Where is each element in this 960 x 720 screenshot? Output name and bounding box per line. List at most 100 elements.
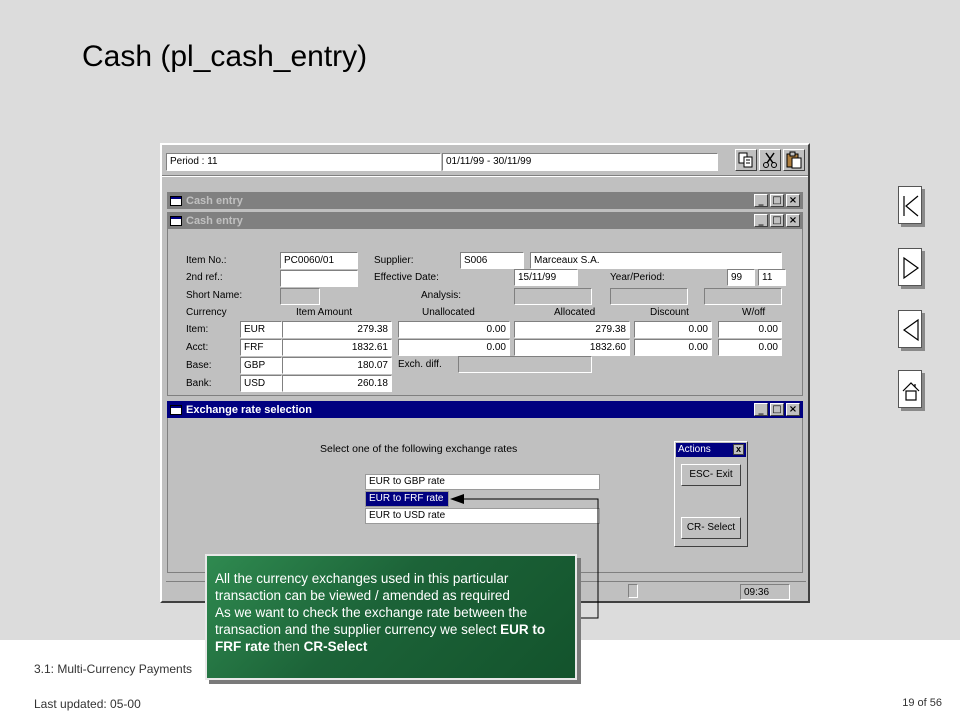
amount-cell[interactable]: 180.07: [282, 357, 392, 374]
bank-label: Bank:: [186, 378, 212, 389]
supplier-code-field[interactable]: S006: [460, 252, 524, 269]
second-ref-field[interactable]: [280, 270, 358, 287]
currency-label: Currency: [186, 307, 227, 318]
amount-cell[interactable]: 1832.61: [282, 339, 392, 356]
period-field-small[interactable]: 11: [758, 269, 786, 286]
previous-page-button[interactable]: [898, 310, 922, 348]
callout-bold-action: CR-Select: [303, 639, 368, 654]
woff-cell[interactable]: 0.00: [718, 321, 782, 338]
window-icon: [170, 195, 182, 206]
year-period-label: Year/Period:: [610, 272, 665, 283]
callout-line-1: All the currency exchanges used in this …: [215, 571, 510, 603]
exchange-option-gbp[interactable]: EUR to GBP rate: [365, 474, 600, 490]
actions-panel: Actions x ESC- Exit CR- Select: [674, 441, 748, 547]
short-name-label: Short Name:: [186, 290, 243, 301]
window-title: Cash entry: [186, 214, 243, 227]
first-page-icon: [903, 195, 919, 217]
exchange-option-frf[interactable]: EUR to FRF rate: [365, 491, 449, 507]
short-name-field[interactable]: [280, 288, 320, 305]
exch-diff-label: Exch. diff.: [398, 359, 442, 370]
esc-exit-button[interactable]: ESC- Exit: [681, 464, 741, 486]
supplier-label: Supplier:: [374, 255, 414, 266]
window-icon: [170, 404, 182, 415]
unallocated-header: Unallocated: [422, 307, 475, 318]
minimize-button[interactable]: _: [754, 403, 768, 416]
status-indicator: [628, 584, 638, 598]
window-title: Cash entry: [186, 194, 243, 207]
item-label: Item:: [186, 324, 209, 335]
second-ref-label: 2nd ref.:: [186, 272, 223, 283]
period-field: Period : 11: [166, 153, 441, 171]
window-icon: [170, 215, 182, 226]
discount-cell[interactable]: 0.00: [634, 339, 712, 356]
callout-text-mid: then: [273, 639, 300, 654]
discount-cell[interactable]: 0.00: [634, 321, 712, 338]
status-time: 09:36: [740, 584, 790, 600]
callout-line-2: As we want to check the exchange rate be…: [215, 604, 567, 655]
woff-cell[interactable]: 0.00: [718, 339, 782, 356]
cut-button[interactable]: [759, 149, 781, 171]
copy-button[interactable]: [735, 149, 757, 171]
minimize-button[interactable]: _: [754, 194, 768, 207]
next-page-button[interactable]: [898, 248, 922, 286]
copy-icon: [738, 152, 753, 168]
analysis-field-2[interactable]: [610, 288, 688, 305]
allocated-cell[interactable]: 1832.60: [514, 339, 630, 356]
woff-header: W/off: [742, 307, 766, 318]
exchange-prompt: Select one of the following exchange rat…: [320, 443, 518, 455]
close-button[interactable]: ×: [786, 403, 800, 416]
toolbar-separator: [162, 175, 808, 177]
discount-header: Discount: [650, 307, 689, 318]
item-no-field[interactable]: PC0060/01: [280, 252, 358, 269]
first-page-button[interactable]: [898, 186, 922, 224]
effective-date-label: Effective Date:: [374, 272, 439, 283]
close-button[interactable]: ×: [786, 214, 800, 227]
currency-cell[interactable]: USD: [240, 375, 282, 392]
unallocated-cell[interactable]: 0.00: [398, 321, 510, 338]
analysis-field-1[interactable]: [514, 288, 592, 305]
currency-cell[interactable]: FRF: [240, 339, 282, 356]
cash-entry-back-titlebar[interactable]: Cash entry _ □ ×: [167, 192, 803, 209]
period-range-field: 01/11/99 - 30/11/99: [442, 153, 718, 171]
paste-button[interactable]: [783, 149, 805, 171]
maximize-button[interactable]: □: [770, 214, 784, 227]
actions-titlebar[interactable]: Actions x: [676, 443, 746, 457]
actions-title: Actions: [678, 444, 711, 455]
unallocated-cell[interactable]: 0.00: [398, 339, 510, 356]
page-number: 19 of 56: [902, 697, 942, 709]
page-title: Cash (pl_cash_entry): [82, 40, 368, 73]
previous-page-icon: [902, 318, 919, 342]
exch-diff-field[interactable]: [458, 356, 592, 373]
effective-date-field[interactable]: 15/11/99: [514, 269, 578, 286]
callout-text: As we want to check the exchange rate be…: [215, 605, 528, 637]
exchange-titlebar[interactable]: Exchange rate selection _ □ ×: [167, 401, 803, 418]
callout-box: All the currency exchanges used in this …: [205, 554, 577, 680]
next-page-icon: [903, 256, 920, 280]
item-amount-header: Item Amount: [296, 307, 353, 318]
item-no-label: Item No.:: [186, 255, 227, 266]
cr-select-button[interactable]: CR- Select: [681, 517, 741, 539]
home-button[interactable]: [898, 370, 922, 408]
footer-section: 3.1: Multi-Currency Payments: [34, 662, 193, 676]
analysis-field-3[interactable]: [704, 288, 782, 305]
currency-cell[interactable]: EUR: [240, 321, 282, 338]
paste-icon: [786, 151, 802, 169]
amount-cell[interactable]: 260.18: [282, 375, 392, 392]
maximize-button[interactable]: □: [770, 194, 784, 207]
allocated-cell[interactable]: 279.38: [514, 321, 630, 338]
actions-close-button[interactable]: x: [733, 444, 744, 455]
currency-cell[interactable]: GBP: [240, 357, 282, 374]
allocated-header: Allocated: [554, 307, 596, 318]
amount-cell[interactable]: 279.38: [282, 321, 392, 338]
cash-entry-front-titlebar[interactable]: Cash entry _ □ ×: [167, 212, 803, 229]
maximize-button[interactable]: □: [770, 403, 784, 416]
analysis-label: Analysis:: [421, 290, 462, 301]
close-button[interactable]: ×: [786, 194, 800, 207]
year-field[interactable]: 99: [727, 269, 755, 286]
window-title: Exchange rate selection: [186, 403, 312, 416]
base-label: Base:: [186, 360, 212, 371]
cut-icon: [763, 152, 777, 168]
acct-label: Acct:: [186, 342, 209, 353]
supplier-name-field[interactable]: Marceaux S.A.: [530, 252, 782, 269]
minimize-button[interactable]: _: [754, 214, 768, 227]
